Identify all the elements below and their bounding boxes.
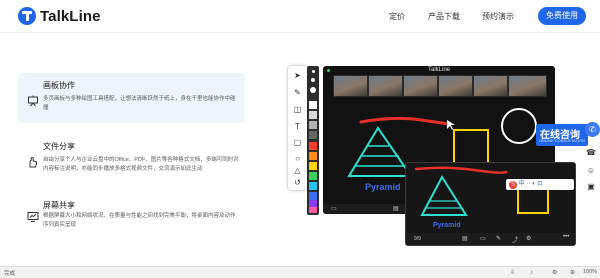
folder-icon[interactable]: ▤ bbox=[462, 235, 468, 242]
more-icon[interactable]: ••• bbox=[563, 234, 569, 240]
undo-icon[interactable]: ↺ bbox=[292, 177, 303, 188]
feature-description: 根据屏幕大小和网络状况，在质量与性能之间找到完美平衡，将桌面内容及动作序列真实呈… bbox=[43, 213, 236, 228]
settings-icon[interactable]: ⚙ bbox=[552, 269, 557, 277]
rectangle-icon[interactable]: ▢ bbox=[292, 137, 303, 148]
cursor-icon[interactable]: ➤ bbox=[292, 70, 303, 81]
color-swatch[interactable] bbox=[309, 162, 317, 170]
chat-icon[interactable]: ▭ bbox=[480, 235, 486, 242]
online-consultation-button[interactable]: 在线咨询 ONLINE CONSULTATION bbox=[536, 124, 588, 146]
browser-status-bar: 完成 ⇩ ♪ ⚙ ⊕ 100% bbox=[0, 266, 600, 278]
color-swatch[interactable] bbox=[309, 101, 317, 109]
hand-share-icon bbox=[27, 156, 39, 168]
share-icon[interactable]: ⤴ bbox=[512, 235, 518, 244]
whiteboard-icon bbox=[27, 95, 39, 107]
image-icon[interactable]: ▣ bbox=[586, 182, 596, 192]
input-method-bar[interactable]: S 中 ·· ◐ ⊡ bbox=[506, 179, 574, 190]
screen-share-icon bbox=[27, 211, 39, 223]
color-swatch[interactable] bbox=[309, 121, 317, 129]
talkline-logo-icon bbox=[18, 7, 36, 25]
logo[interactable]: TalkLine bbox=[18, 7, 101, 25]
status-text: 完成 bbox=[4, 271, 16, 277]
emoji-icon[interactable]: ☺ bbox=[586, 166, 596, 176]
feature-item-screen-share[interactable]: 屏幕共享 根据屏幕大小和网络状况，在质量与性能之间找到完美平衡，将桌面内容及动作… bbox=[18, 197, 245, 239]
brush-size-large[interactable] bbox=[310, 87, 316, 93]
color-palette bbox=[307, 66, 319, 215]
color-swatch[interactable] bbox=[309, 172, 317, 180]
nav-link-download[interactable]: 产品下载 bbox=[428, 11, 460, 22]
zoom-level[interactable]: 100% bbox=[583, 269, 597, 275]
secondary-meeting-window: Pyramid 9/9 ▤ ▭ ✎ ⤴ ⚙ ••• bbox=[405, 162, 576, 246]
cyan-triangle bbox=[347, 126, 413, 177]
color-swatch[interactable] bbox=[309, 182, 317, 190]
sketch-label: Pyramid bbox=[365, 182, 401, 192]
white-circle bbox=[501, 108, 537, 144]
pointer-icon[interactable]: △ bbox=[292, 165, 303, 176]
site-header: TalkLine 定价 产品下载 预约演示 免费使用 bbox=[0, 0, 600, 33]
feature-title: 屏幕共享 bbox=[43, 201, 75, 210]
sketch-label: Pyramid bbox=[433, 222, 461, 229]
color-swatch[interactable] bbox=[309, 142, 317, 150]
brush-size-small[interactable] bbox=[311, 70, 315, 73]
page-indicator: 9/9 bbox=[414, 236, 421, 242]
drawing-toolbar: ➤ ✎ ◫ T ▢ ○ △ ↺ bbox=[288, 66, 307, 190]
consultation-sublabel: ONLINE CONSULTATION bbox=[539, 139, 585, 143]
feature-description: 自由分享个人与企业云盘中的Office、PDF、图片等各种格式文档，多端可同时对… bbox=[43, 157, 239, 172]
color-swatch[interactable] bbox=[309, 152, 317, 160]
red-stroke bbox=[414, 166, 508, 174]
input-method-controls[interactable]: 中 ·· ◐ ⊡ bbox=[519, 181, 543, 187]
phone-icon[interactable]: ☎ bbox=[586, 148, 596, 158]
text-tool-icon[interactable]: T bbox=[292, 121, 303, 132]
color-swatch[interactable] bbox=[309, 131, 317, 139]
eraser-icon[interactable]: ◫ bbox=[292, 104, 303, 115]
circle-icon[interactable]: ○ bbox=[292, 153, 303, 164]
feature-item-file-share[interactable]: 文件分享 自由分享个人与企业云盘中的Office、PDF、图片等各种格式文档，多… bbox=[18, 134, 245, 190]
mouse-cursor-icon bbox=[447, 120, 455, 130]
page: TalkLine 定价 产品下载 预约演示 免费使用 画板协作 多页画板与多种绘… bbox=[0, 0, 600, 278]
folder-icon[interactable]: ▤ bbox=[393, 205, 399, 212]
color-swatch[interactable] bbox=[309, 111, 317, 119]
secondary-window-footer: 9/9 ▤ ▭ ✎ ⤴ ⚙ ••• bbox=[406, 233, 575, 245]
free-trial-button[interactable]: 免费使用 bbox=[538, 7, 586, 25]
chat-icon[interactable]: ▭ bbox=[331, 205, 337, 212]
download-icon[interactable]: ⇩ bbox=[510, 269, 515, 277]
settings-icon[interactable]: ⚙ bbox=[526, 235, 531, 242]
color-swatch[interactable] bbox=[309, 207, 317, 213]
feature-item-whiteboard[interactable]: 画板协作 多页画板与多种绘图工具搭配，让想法清晰跃然于纸上，身在千里也能协作中碰… bbox=[18, 73, 245, 123]
logo-text: TalkLine bbox=[40, 7, 101, 25]
phone-icon[interactable]: ✆ bbox=[585, 122, 600, 137]
color-swatch[interactable] bbox=[309, 192, 317, 200]
zoom-icon[interactable]: ⊕ bbox=[570, 269, 575, 277]
nav-link-demo[interactable]: 预约演示 bbox=[482, 11, 514, 22]
pen-icon[interactable]: ✎ bbox=[292, 87, 303, 98]
red-stroke bbox=[359, 116, 451, 126]
yellow-rectangle bbox=[453, 129, 489, 167]
pen-icon[interactable]: ✎ bbox=[496, 235, 501, 242]
nav-link-pricing[interactable]: 定价 bbox=[389, 11, 405, 22]
sogou-logo-icon: S bbox=[509, 180, 517, 189]
feature-title: 画板协作 bbox=[43, 81, 75, 90]
feature-title: 文件分享 bbox=[43, 142, 75, 151]
cyan-triangle bbox=[420, 175, 468, 216]
speaker-icon[interactable]: ♪ bbox=[530, 269, 533, 277]
brush-size-medium[interactable] bbox=[311, 78, 315, 82]
feature-description: 多页画板与多种绘图工具搭配，让想法清晰跃然于纸上，身在千里也能协作中碰撞 bbox=[43, 96, 236, 111]
